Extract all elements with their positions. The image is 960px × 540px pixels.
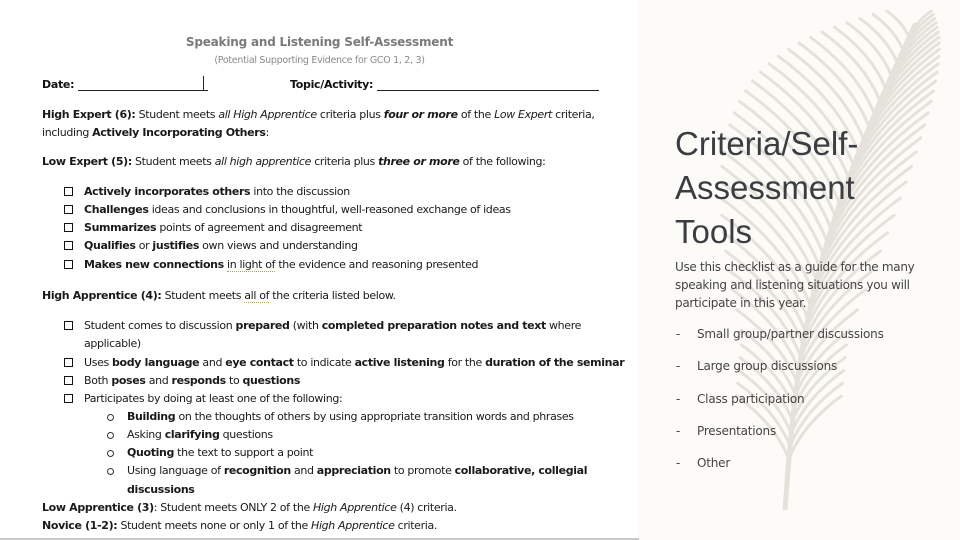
- assessment-document: Speaking and Listening Self-Assessment (…: [0, 0, 639, 540]
- circle-bullet-icon: [107, 414, 114, 421]
- high-expert-criteria-cont: including Actively Incorporating Others:: [42, 126, 269, 139]
- high-apprentice-item: Both poses and responds to questions: [84, 374, 301, 387]
- low-expert-item: Actively incorporates others into the di…: [84, 185, 350, 198]
- checkbox-summarizes[interactable]: [64, 223, 73, 232]
- circle-bullet-icon: [107, 432, 114, 439]
- topic-field[interactable]: Topic/Activity:: [290, 78, 600, 91]
- high-apprentice-item-cont: applicable): [84, 337, 141, 350]
- low-expert-item: Makes new connections in light of the ev…: [84, 258, 479, 272]
- topic-label: Topic/Activity:: [290, 78, 374, 91]
- checkbox-prepared[interactable]: [64, 321, 73, 330]
- participation-option: Building on the thoughts of others by us…: [127, 410, 574, 423]
- situation-item: Large group discussions: [697, 359, 838, 373]
- checkbox-body-language[interactable]: [64, 358, 73, 367]
- date-line[interactable]: [78, 78, 209, 91]
- high-apprentice-item: Uses body language and eye contact to in…: [84, 356, 625, 369]
- low-expert-item: Summarizes points of agreement and disag…: [84, 221, 363, 234]
- feather-barb: [885, 10, 911, 40]
- circle-bullet-icon: [107, 468, 114, 475]
- low-expert-item: Qualifies or justifies own views and und…: [84, 239, 358, 252]
- checkbox-new-connections[interactable]: [64, 260, 73, 269]
- slide-description: Use this checklist as a guide for the ma…: [675, 260, 915, 310]
- situation-item: Presentations: [697, 424, 777, 438]
- list-dash-icon: -: [676, 327, 681, 341]
- list-dash-icon: -: [676, 456, 681, 470]
- date-field[interactable]: Date:: [42, 78, 209, 91]
- checkbox-qualifies[interactable]: [64, 241, 73, 250]
- situation-item: Small group/partner discussions: [697, 327, 884, 341]
- circle-bullet-icon: [107, 450, 114, 457]
- grammar-flag: in light of: [227, 258, 276, 272]
- participation-option: Using language of recognition and apprec…: [127, 464, 588, 477]
- checkbox-challenges[interactable]: [64, 205, 73, 214]
- list-dash-icon: -: [676, 392, 681, 406]
- situation-item: Class participation: [697, 392, 805, 406]
- document-title: Speaking and Listening Self-Assessment: [185, 35, 454, 49]
- low-apprentice-criteria: Low Apprentice (3): Student meets ONLY 2…: [42, 501, 457, 514]
- high-expert-criteria: High Expert (6): Student meets all High …: [42, 108, 595, 121]
- document-subtitle: (Potential Supporting Evidence for GCO 1…: [214, 55, 425, 66]
- high-apprentice-item: Student comes to discussion prepared (wi…: [84, 319, 582, 332]
- low-expert-criteria: Low Expert (5): Student meets all high a…: [42, 155, 546, 168]
- high-apprentice-item: Participates by doing at least one of th…: [84, 392, 343, 405]
- checkbox-participates[interactable]: [64, 394, 73, 403]
- list-dash-icon: -: [676, 359, 681, 373]
- participation-option: Asking clarifying questions: [127, 428, 273, 441]
- situation-item: Other: [697, 456, 731, 470]
- participation-option-cont: discussions: [127, 483, 195, 496]
- list-dash-icon: -: [676, 424, 681, 438]
- slide-title: Criteria/Self- Assessment Tools: [675, 125, 859, 250]
- feather-barb: [845, 21, 894, 78]
- low-expert-item: Challenges ideas and conclusions in thou…: [84, 203, 511, 216]
- checkbox-actively-incorporates[interactable]: [64, 187, 73, 196]
- checkbox-poses-responds[interactable]: [64, 376, 73, 385]
- novice-criteria: Novice (1-2): Student meets none or only…: [42, 519, 438, 532]
- grammar-flag: all of: [244, 289, 270, 303]
- text-cursor: [203, 76, 204, 91]
- high-apprentice-criteria: High Apprentice (4): Student meets all o…: [42, 289, 396, 303]
- date-label: Date:: [42, 78, 75, 91]
- participation-option: Quoting the text to support a point: [127, 446, 314, 459]
- topic-line[interactable]: [377, 78, 600, 91]
- feather-barb: [833, 25, 888, 91]
